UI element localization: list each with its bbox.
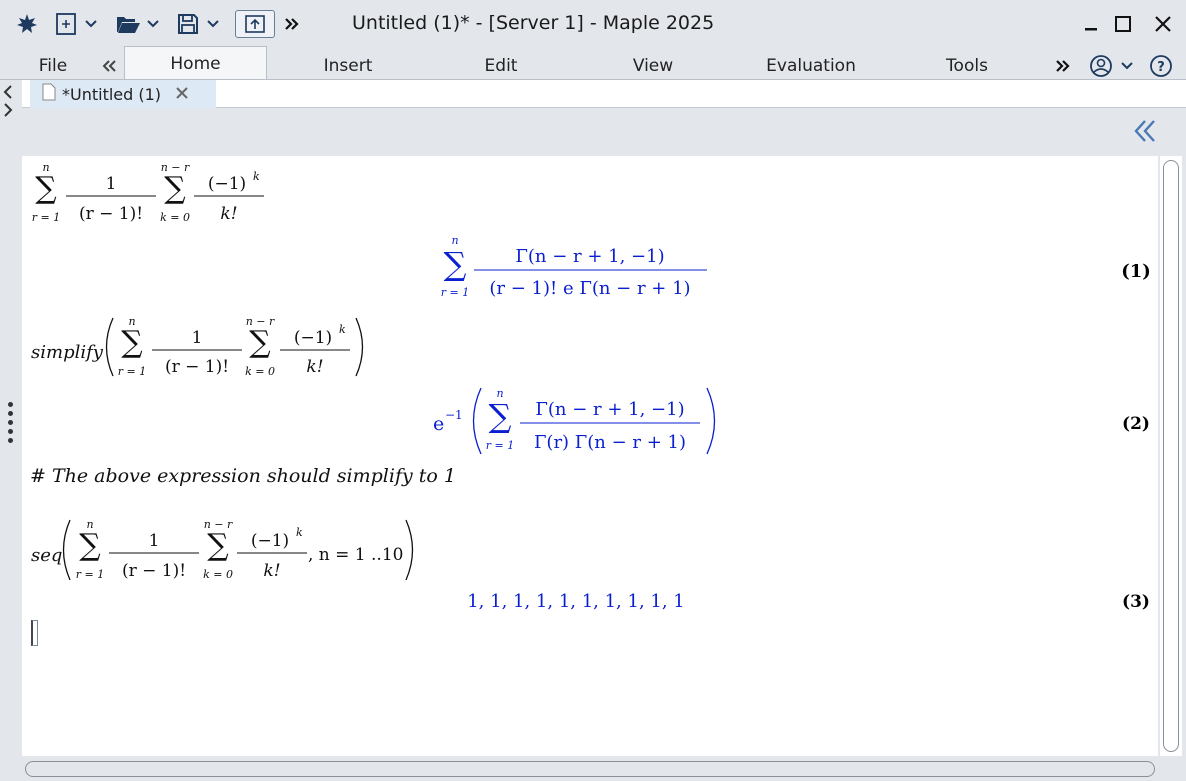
maple-window: Untitled (1)* - [Server 1] - Maple 2025 …: [0, 0, 1186, 781]
seq-range: , n = 1 ..10: [308, 545, 403, 565]
frac2-exp: k: [339, 323, 346, 336]
equation-label-1: (1): [1121, 261, 1151, 282]
output1-num: Γ(n − r + 1, −1): [515, 246, 664, 267]
input-cursor[interactable]: [31, 620, 38, 646]
output-2: e −1 n ∑ r = 1 Γ(n − r + 1, −1) Γ(r) Γ(n…: [433, 387, 716, 455]
frac1-den: (r − 1)!: [79, 204, 143, 224]
horizontal-scrollbar[interactable]: [22, 758, 1158, 780]
sigma-symbol: ∑: [444, 245, 467, 283]
frac1-num: 1: [149, 531, 160, 551]
frac1-num: 1: [192, 328, 203, 348]
sigma-symbol: ∑: [489, 397, 512, 435]
equation-label-2: (2): [1122, 414, 1150, 434]
output2-den: Γ(r) Γ(n − r + 1): [534, 432, 686, 453]
output-1: n ∑ r = 1 Γ(n − r + 1, −1) (r − 1)! e Γ(…: [441, 234, 707, 299]
frac2-den: k!: [306, 357, 323, 377]
sum-lower: r = 1: [32, 211, 60, 224]
frac1-den: (r − 1)!: [122, 561, 186, 581]
sigma-symbol: ∑: [249, 325, 271, 360]
output-3: 1, 1, 1, 1, 1, 1, 1, 1, 1, 1: [467, 591, 685, 612]
sum-lower: r = 1: [76, 568, 104, 581]
frac2-num: (−1): [251, 531, 289, 551]
sigma-symbol: ∑: [207, 528, 229, 563]
equation-label-3: (3): [1122, 592, 1150, 612]
frac1-den: (r − 1)!: [165, 357, 229, 377]
sigma-symbol: ∑: [164, 171, 186, 206]
frac2-num: (−1): [208, 174, 246, 194]
output2-num: Γ(n − r + 1, −1): [535, 399, 684, 420]
sum2-lower: k = 0: [160, 211, 190, 224]
sigma-symbol: ∑: [121, 325, 143, 360]
input-2[interactable]: simplify n ∑ r = 1 1 (r − 1)! n − r ∑ k …: [31, 315, 364, 378]
frac2-den: k!: [220, 204, 237, 224]
vertical-scrollbar[interactable]: [1160, 156, 1182, 756]
sigma-symbol: ∑: [35, 171, 57, 206]
seq-func: seq: [31, 545, 62, 566]
frac2-den: k!: [263, 561, 280, 581]
vertical-scroll-thumb[interactable]: [1163, 160, 1179, 752]
sum-lower: r = 1: [441, 286, 469, 299]
sum-lower: r = 1: [486, 439, 514, 452]
frac1-num: 1: [106, 174, 117, 194]
input-1[interactable]: n ∑ r = 1 1 (r − 1)! n − r ∑ k = 0 (−1) …: [32, 161, 264, 224]
worksheet-math: n ∑ r = 1 1 (r − 1)! n − r ∑ k = 0 (−1) …: [30, 161, 1151, 612]
sum-lower: r = 1: [118, 365, 146, 378]
simplify-func: simplify: [31, 342, 104, 363]
e-exponent: −1: [445, 408, 463, 422]
sum2-lower: k = 0: [245, 365, 275, 378]
input-3[interactable]: seq n ∑ r = 1 1 (r − 1)! n − r ∑ k = 0 (…: [31, 518, 414, 581]
sum2-lower: k = 0: [203, 568, 233, 581]
horizontal-scroll-thumb[interactable]: [25, 761, 1155, 777]
e-symbol: e: [433, 413, 444, 435]
comment-line: # The above expression should simplify t…: [30, 465, 456, 487]
frac2-exp: k: [296, 526, 303, 539]
frac2-num: (−1): [294, 328, 332, 348]
sigma-symbol: ∑: [79, 528, 101, 563]
output1-den: (r − 1)! e Γ(n − r + 1): [489, 278, 690, 299]
frac2-exp: k: [253, 170, 260, 183]
